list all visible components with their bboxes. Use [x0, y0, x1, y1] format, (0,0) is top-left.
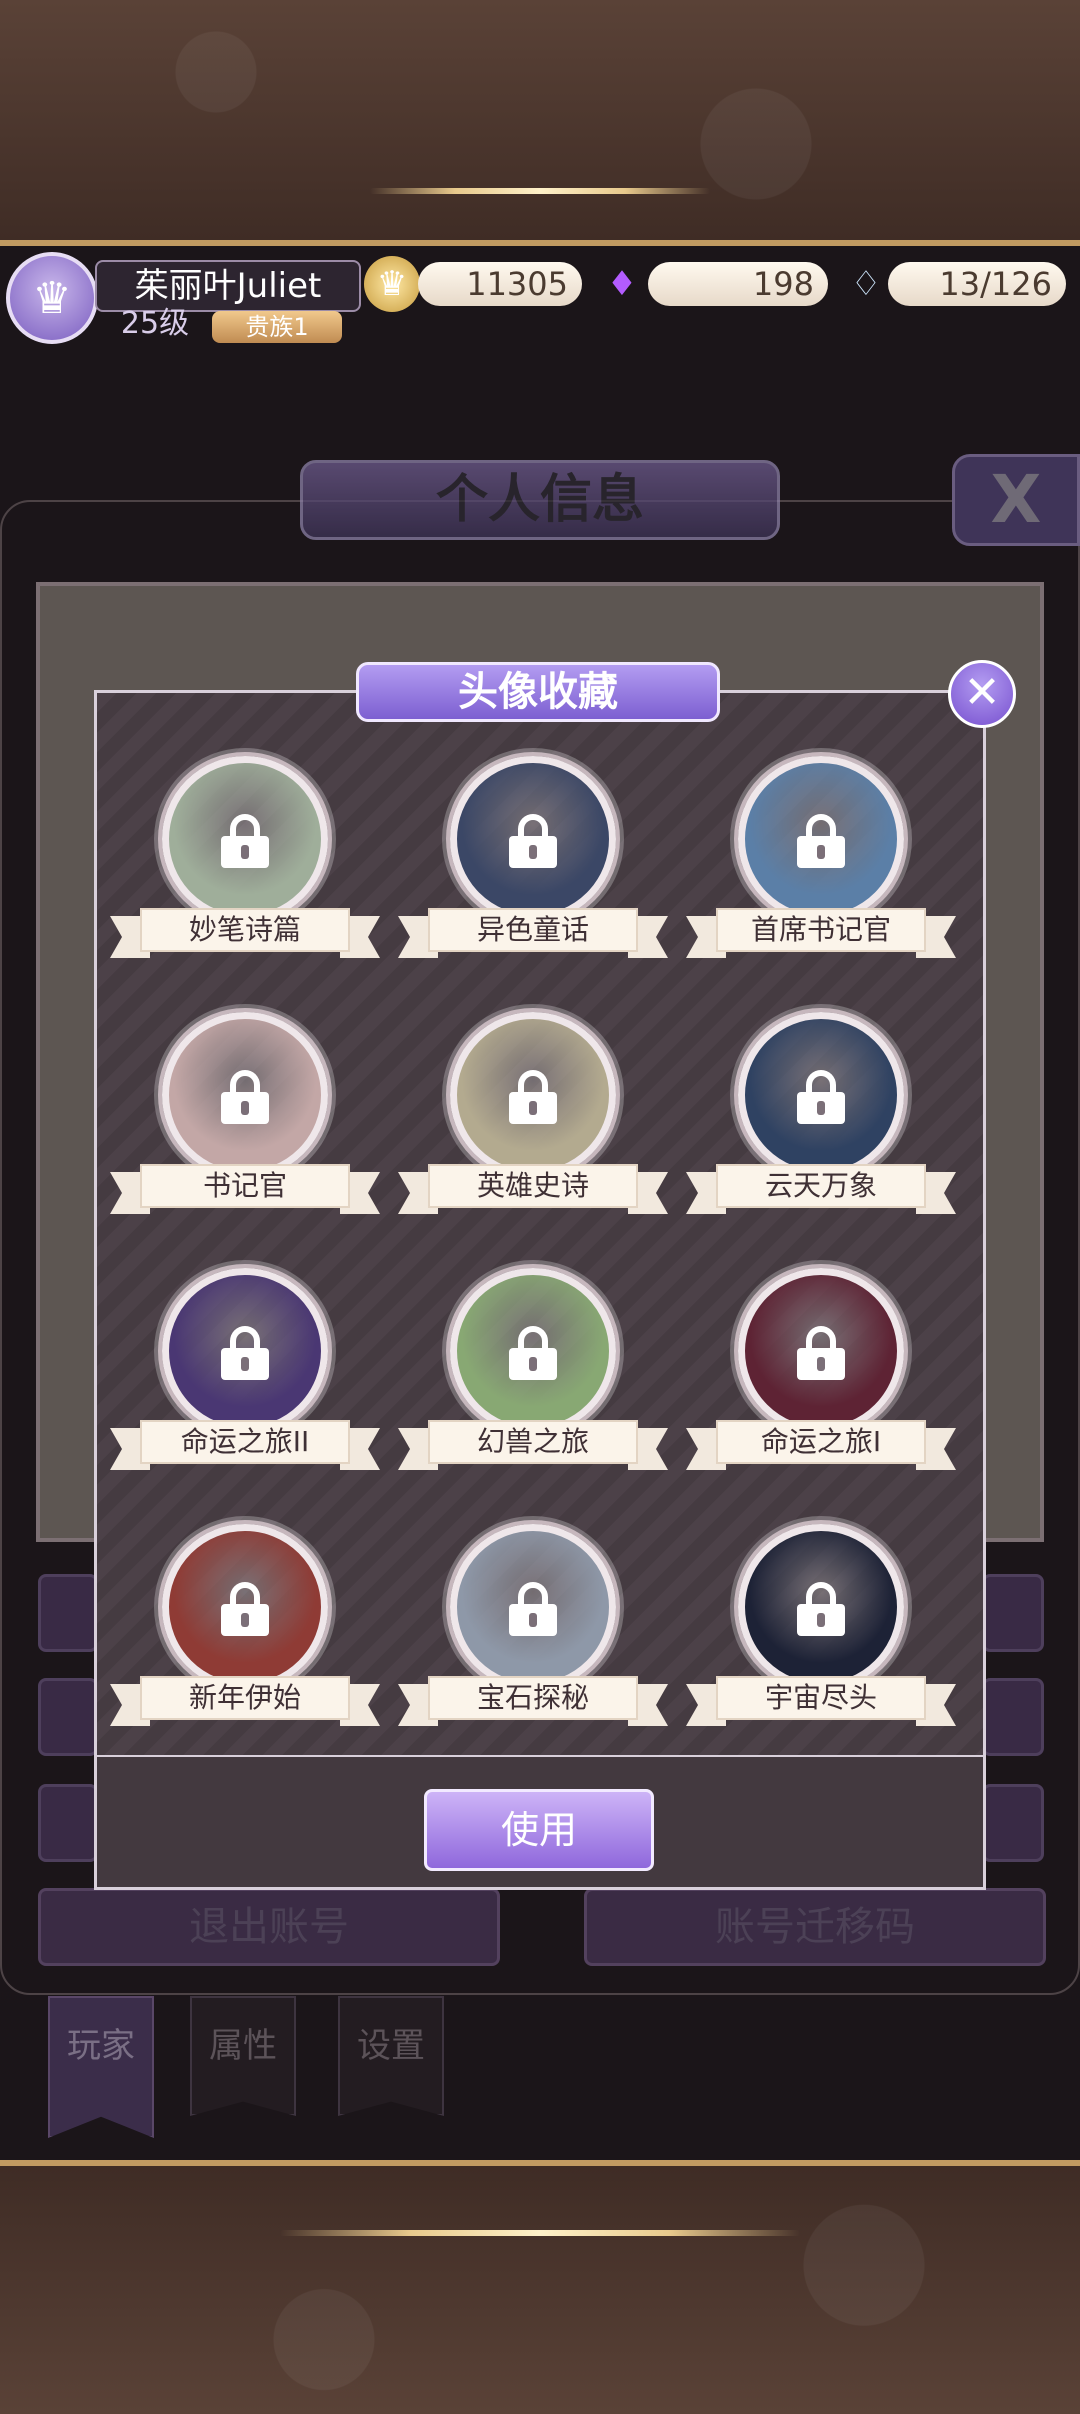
avatar-card[interactable]: 妙笔诗篇 — [110, 756, 380, 972]
avatar-name-label: 异色童话 — [428, 908, 638, 952]
use-button[interactable]: 使用 — [424, 1789, 654, 1871]
avatar-card[interactable]: 宇宙尽头 — [686, 1524, 956, 1740]
lock-icon — [509, 1326, 557, 1380]
gold-amount[interactable]: 11305 — [418, 262, 582, 306]
tab-player[interactable]: 玩家 — [48, 1996, 154, 2138]
hidden-button-edge — [982, 1784, 1044, 1862]
lock-icon — [509, 1070, 557, 1124]
top-decorative-band — [0, 0, 1080, 246]
avatar-name-label: 命运之旅II — [140, 1420, 350, 1464]
dialog-divider — [97, 1755, 983, 1757]
avatar-card[interactable]: 命运之旅I — [686, 1268, 956, 1484]
avatar-name-label: 云天万象 — [716, 1164, 926, 1208]
avatar-card[interactable]: 幻兽之旅 — [398, 1268, 668, 1484]
hidden-button-edge — [38, 1574, 98, 1652]
gold-coin-icon: ♛ — [364, 256, 420, 312]
lock-icon — [797, 814, 845, 868]
lock-icon — [221, 1582, 269, 1636]
personal-info-close-button[interactable]: X — [952, 454, 1080, 546]
transfer-code-button[interactable]: 账号迁移码 — [584, 1888, 1046, 1966]
avatar-card[interactable]: 英雄史诗 — [398, 1012, 668, 1228]
tab-attributes[interactable]: 属性 — [190, 1996, 296, 2116]
glass-slipper-icon: ♢ — [850, 264, 882, 304]
avatar-name-label: 书记官 — [140, 1164, 350, 1208]
avatar-name-label: 宇宙尽头 — [716, 1676, 926, 1720]
avatar-card[interactable]: 书记官 — [110, 1012, 380, 1228]
personal-info-title: 个人信息 — [300, 460, 780, 540]
player-level: 25级 — [120, 306, 190, 341]
avatar-name-label: 命运之旅I — [716, 1420, 926, 1464]
avatar-card[interactable]: 命运之旅II — [110, 1268, 380, 1484]
avatar-name-label: 幻兽之旅 — [428, 1420, 638, 1464]
avatar-card[interactable]: 宝石探秘 — [398, 1524, 668, 1740]
hidden-button-edge — [38, 1784, 98, 1862]
gold-flourish-decoration — [280, 2230, 800, 2236]
dialog-close-button[interactable]: ✕ — [948, 660, 1016, 728]
lock-icon — [509, 1582, 557, 1636]
avatar-card[interactable]: 异色童话 — [398, 756, 668, 972]
logout-button[interactable]: 退出账号 — [38, 1888, 500, 1966]
lock-icon — [221, 1326, 269, 1380]
hidden-button-edge — [982, 1678, 1044, 1756]
dialog-title: 头像收藏 — [356, 662, 720, 722]
hidden-button-edge — [38, 1678, 98, 1756]
tab-settings[interactable]: 设置 — [338, 1996, 444, 2116]
gem-amount[interactable]: 198 — [648, 262, 828, 306]
lock-icon — [797, 1326, 845, 1380]
lock-icon — [221, 1070, 269, 1124]
player-avatar[interactable]: ♛ — [6, 252, 98, 344]
hidden-button-edge — [982, 1574, 1044, 1652]
bottom-decorative-band — [0, 2160, 1080, 2414]
stamina-amount[interactable]: 13/126 — [888, 262, 1066, 306]
lock-icon — [797, 1582, 845, 1636]
avatar-card[interactable]: 首席书记官 — [686, 756, 956, 972]
lock-icon — [797, 1070, 845, 1124]
lock-icon — [509, 814, 557, 868]
avatar-name-label: 新年伊始 — [140, 1676, 350, 1720]
gem-icon: ♦ — [606, 264, 638, 304]
avatar-card[interactable]: 云天万象 — [686, 1012, 956, 1228]
lock-icon — [221, 814, 269, 868]
avatar-card[interactable]: 新年伊始 — [110, 1524, 380, 1740]
avatar-name-label: 首席书记官 — [716, 908, 926, 952]
noble-rank-badge: 贵族1 — [212, 311, 342, 343]
avatar-name-label: 宝石探秘 — [428, 1676, 638, 1720]
gold-flourish-decoration — [370, 188, 710, 194]
avatar-name-label: 英雄史诗 — [428, 1164, 638, 1208]
avatar-name-label: 妙笔诗篇 — [140, 908, 350, 952]
